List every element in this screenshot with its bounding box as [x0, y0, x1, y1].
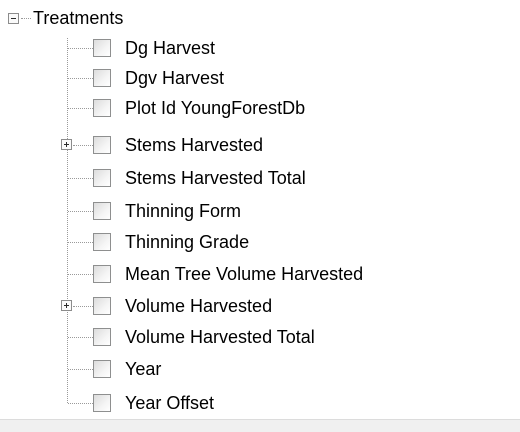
tree-connector — [73, 145, 93, 146]
tree-item-plot-id-youngforestdb[interactable]: Plot Id YoungForestDb — [60, 93, 500, 123]
checkbox[interactable] — [93, 39, 111, 57]
checkbox[interactable] — [93, 360, 111, 378]
checkbox[interactable] — [93, 394, 111, 412]
checkbox[interactable] — [93, 169, 111, 187]
tree-item-label: Thinning Form — [125, 201, 242, 221]
checkbox[interactable] — [93, 99, 111, 117]
horizontal-scrollbar-area — [0, 419, 520, 432]
tree-node-label: Treatments — [33, 8, 124, 28]
tree-item-label: Mean Tree Volume Harvested — [125, 264, 364, 284]
treatments-tree-view[interactable]: Treatments Dg Harvest Dgv Harvest Plot I… — [0, 0, 520, 432]
tree-item-dgv-harvest[interactable]: Dgv Harvest — [60, 63, 500, 93]
tree-item-label: Stems Harvested Total — [125, 168, 306, 188]
collapse-icon[interactable] — [8, 12, 19, 24]
tree-item-label: Stems Harvested — [125, 135, 264, 155]
tree-item-label: Volume Harvested Total — [125, 327, 315, 347]
tree-item-volume-harvested-total[interactable]: Volume Harvested Total — [60, 322, 500, 352]
tree-node-treatments[interactable]: Treatments — [8, 5, 123, 31]
tree-item-dg-harvest[interactable]: Dg Harvest — [60, 33, 500, 63]
tree-item-stems-harvested-total[interactable]: Stems Harvested Total — [60, 163, 500, 193]
tree-connector — [68, 178, 93, 179]
tree-connector — [21, 17, 31, 19]
tree-item-stems-harvested[interactable]: Stems Harvested — [60, 130, 500, 160]
tree-item-thinning-form[interactable]: Thinning Form — [60, 196, 500, 226]
tree-connector — [68, 48, 93, 49]
checkbox[interactable] — [93, 136, 111, 154]
expand-icon[interactable] — [61, 139, 72, 150]
tree-connector — [68, 242, 93, 243]
tree-connector — [68, 403, 93, 404]
tree-item-label: Dg Harvest — [125, 38, 216, 58]
tree-item-year[interactable]: Year — [60, 354, 500, 384]
tree-item-thinning-grade[interactable]: Thinning Grade — [60, 227, 500, 257]
tree-item-label: Thinning Grade — [125, 232, 250, 252]
checkbox[interactable] — [93, 69, 111, 87]
tree-connector — [68, 274, 93, 275]
tree-item-mean-tree-volume-harvested[interactable]: Mean Tree Volume Harvested — [60, 259, 500, 289]
tree-item-label: Volume Harvested — [125, 296, 273, 316]
tree-item-label: Plot Id YoungForestDb — [125, 98, 306, 118]
tree-connector — [68, 337, 93, 338]
expand-icon[interactable] — [61, 300, 72, 311]
tree-connector — [68, 369, 93, 370]
tree-item-label: Year Offset — [125, 393, 215, 413]
checkbox[interactable] — [93, 297, 111, 315]
checkbox[interactable] — [93, 202, 111, 220]
tree-connector — [68, 211, 93, 212]
tree-item-label: Dgv Harvest — [125, 68, 225, 88]
checkbox[interactable] — [93, 233, 111, 251]
tree-connector — [68, 108, 93, 109]
tree-item-year-offset[interactable]: Year Offset — [60, 388, 500, 418]
checkbox[interactable] — [93, 265, 111, 283]
checkbox[interactable] — [93, 328, 111, 346]
tree-item-label: Year — [125, 359, 162, 379]
tree-item-volume-harvested[interactable]: Volume Harvested — [60, 291, 500, 321]
tree-connector — [73, 306, 93, 307]
tree-connector — [68, 78, 93, 79]
